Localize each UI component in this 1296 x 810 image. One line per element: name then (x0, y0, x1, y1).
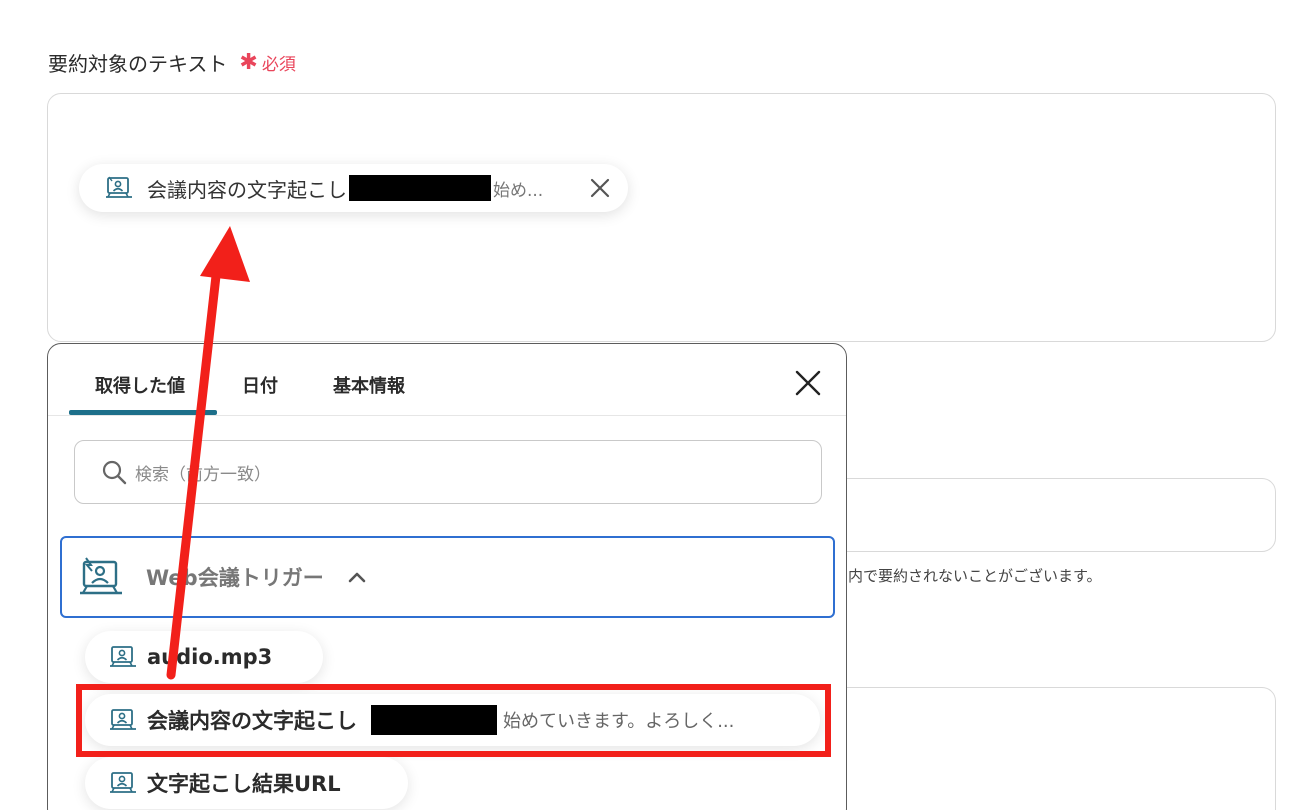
tab-basic-info[interactable]: 基本情報 (333, 372, 405, 398)
search-icon (102, 460, 127, 485)
summary-text-area[interactable] (47, 93, 1276, 342)
search-field[interactable]: 検索（前方一致） (74, 440, 822, 504)
panel-tabs: 取得した値 日付 基本情報 (48, 344, 846, 416)
remove-chip-icon[interactable] (588, 176, 612, 200)
chevron-up-icon[interactable] (348, 570, 366, 584)
selected-value-chip[interactable]: 会議内容の文字起こし 始め... (79, 164, 628, 212)
active-tab-indicator (69, 410, 217, 415)
meeting-item-icon (110, 646, 136, 667)
web-meeting-trigger-group[interactable]: Web会議トリガー (60, 536, 835, 618)
chip-name: 会議内容の文字起こし (147, 177, 347, 202)
required-label: 必須 (261, 55, 296, 75)
list-item-transcript-url[interactable]: 文字起こし結果URL (85, 757, 408, 809)
list-item-name: 文字起こし結果URL (147, 772, 341, 796)
meeting-item-icon (110, 772, 136, 793)
chip-preview: 始め... (493, 180, 544, 201)
list-item-name: audio.mp3 (147, 645, 273, 669)
meeting-item-icon (106, 176, 132, 198)
redacted-block (371, 705, 497, 735)
tab-date[interactable]: 日付 (242, 372, 278, 398)
list-item-name: 会議内容の文字起こし (147, 709, 357, 733)
meeting-item-icon (110, 709, 136, 730)
list-item-audio[interactable]: audio.mp3 (85, 631, 323, 683)
required-badge: ✱ 必須 (239, 50, 295, 75)
value-picker-panel: 取得した値 日付 基本情報 検索（前方一致） Web会議トリガー audio.m… (47, 343, 847, 810)
background-field[interactable] (820, 687, 1276, 810)
close-icon[interactable] (794, 369, 822, 397)
tab-acquired-values[interactable]: 取得した値 (95, 372, 185, 398)
list-item-transcript[interactable]: 会議内容の文字起こし 始めていきます。よろしく... (85, 694, 820, 746)
redacted-block (349, 175, 491, 201)
list-item-preview: 始めていきます。よろしく... (503, 711, 735, 732)
required-mark: ✱ (239, 49, 258, 75)
web-meeting-icon (80, 557, 122, 595)
search-placeholder: 検索（前方一致） (135, 464, 271, 485)
trigger-label: Web会議トリガー (146, 566, 324, 590)
field-label-text: 要約対象のテキスト (48, 52, 228, 76)
field-label: 要約対象のテキスト ✱ 必須 (48, 48, 296, 77)
hint-text: 内で要約されないことがございます。 (848, 567, 1102, 585)
background-field[interactable] (820, 478, 1276, 552)
